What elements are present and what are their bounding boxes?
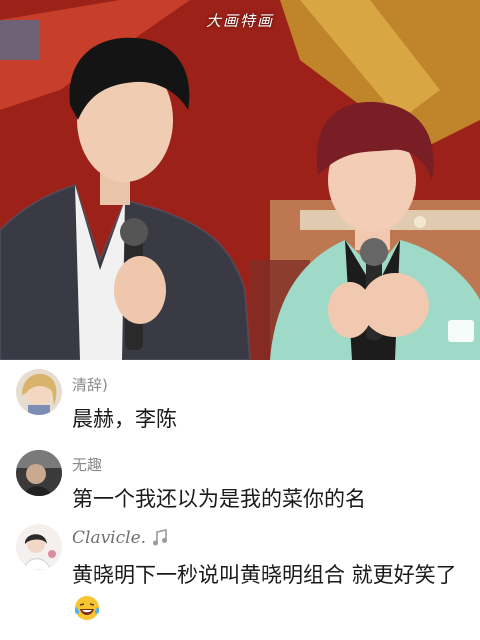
avatar-dark-icon[interactable]	[16, 450, 62, 496]
video-scene	[0, 0, 480, 360]
comment-username[interactable]: 清辞)	[72, 374, 108, 395]
video-frame[interactable]: 大画特画	[0, 0, 480, 360]
comment-text: 第一个我还以为是我的菜你的名	[72, 487, 366, 511]
comment-username[interactable]: Clavicle.	[72, 528, 169, 548]
comment-username-text: Clavicle.	[72, 528, 147, 548]
laughing-tears-emoji	[74, 596, 100, 620]
avatar-portrait-icon[interactable]	[16, 524, 62, 570]
avatar-blonde-icon[interactable]	[16, 369, 62, 415]
comment-text: 黄晓明下一秒说叫黄晓明组合 就更好笑了	[72, 558, 472, 626]
music-note-icon	[153, 529, 168, 546]
comment-text-body: 黄晓明下一秒说叫黄晓明组合 就更好笑了	[72, 563, 457, 587]
comment-username[interactable]: 无趣	[72, 454, 102, 475]
video-watermark: 大画特画	[205, 12, 274, 30]
comment-text: 晨赫，李陈	[72, 407, 177, 431]
comment-list: 清辞) 晨赫，李陈 无趣 第一个我还以为是我的菜你的名 Clavicle. 黄晓…	[0, 360, 480, 640]
